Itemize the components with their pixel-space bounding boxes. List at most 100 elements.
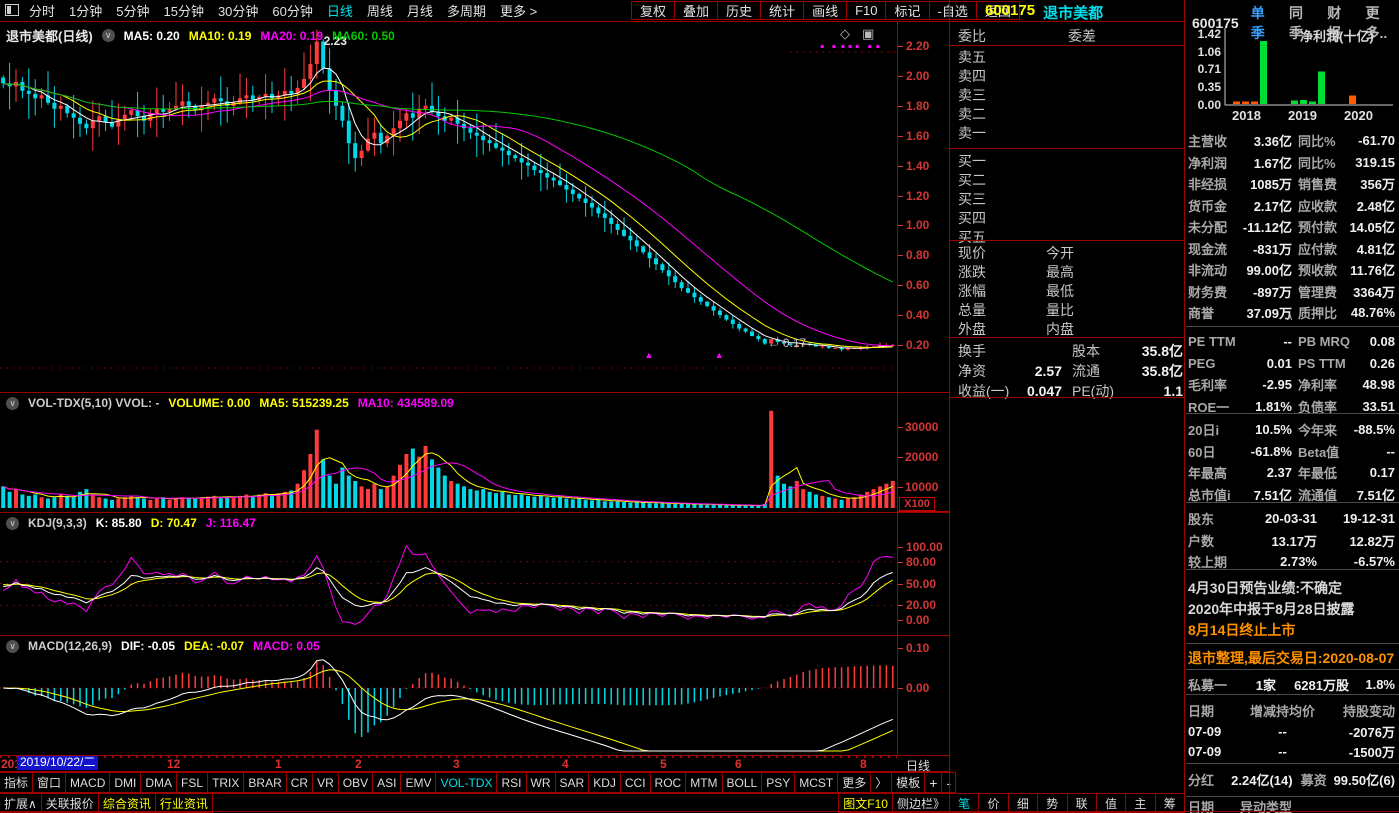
sell-level-label: 卖三 <box>958 85 986 105</box>
tool-button-2[interactable]: 叠加 <box>674 1 718 20</box>
mini-tab-3[interactable]: 细 <box>1008 793 1038 813</box>
tool-button-1[interactable]: 复权 <box>631 1 675 20</box>
indicator-tab-trix[interactable]: TRIX <box>207 772 244 793</box>
indicator-tab-cr[interactable]: CR <box>286 772 313 793</box>
financial-row-4-value2: 2.48亿 <box>1346 196 1395 215</box>
timeline-month-mark: 4 <box>562 757 569 771</box>
financial-row-5-label2: 预付款 <box>1298 217 1346 236</box>
macd-chart[interactable] <box>0 635 897 755</box>
kdj-chart[interactable] <box>0 512 897 635</box>
period-menu-item-8[interactable]: 周线 <box>360 1 400 20</box>
period-menu-item-1[interactable]: 分时 <box>22 1 62 20</box>
indicator-tab-dma[interactable]: DMA <box>140 772 177 793</box>
bottom-item-3[interactable]: 综合资讯 <box>98 793 156 813</box>
collapse-financial-arrow[interactable]: ∧ <box>1286 312 1293 323</box>
indicator-tab-rsi[interactable]: RSI <box>496 772 526 793</box>
mini-tab-6[interactable]: 值 <box>1096 793 1126 813</box>
indicator-tab-dmi[interactable]: DMI <box>109 772 141 793</box>
financial-row-9-label2: 质押比 <box>1298 303 1346 322</box>
period-menu-item-7[interactable]: 日线 <box>320 1 360 20</box>
timeline-bar[interactable]: 2012019/10/22/二121234568 <box>0 755 950 771</box>
indicator-tab-kdj[interactable]: KDJ <box>588 772 621 793</box>
financial-row-3: 非经损1085万销售费356万 <box>1188 173 1395 194</box>
bottom-toolbar: 扩展∧关联报价综合资讯行业资讯 图文F10侧边栏》 <box>0 793 950 813</box>
indicator-tab-brar[interactable]: BRAR <box>243 772 286 793</box>
delist-notice-line[interactable]: 退市整理,最后交易日:2020-08-07 <box>1188 648 1394 668</box>
news-line-2[interactable]: 2020年中报于8月28日披露 <box>1188 599 1355 619</box>
stat-right-label: 量比 <box>1046 300 1074 320</box>
indicator-tab-fsl[interactable]: FSL <box>176 772 208 793</box>
price-axis-label: 0.80 <box>906 249 929 261</box>
bottom-item-1[interactable]: 扩展∧ <box>0 793 42 813</box>
indicator-tab-macd[interactable]: MACD <box>65 772 110 793</box>
graphic-f10-button[interactable]: 图文F10 <box>838 793 893 813</box>
indicator-tab-cci[interactable]: CCI <box>620 772 651 793</box>
indicator-tab-boll[interactable]: BOLL <box>722 772 763 793</box>
volume-axis-label: 30000 <box>905 421 938 433</box>
quote-separator <box>950 45 1185 46</box>
indicator-tab-sar[interactable]: SAR <box>555 772 590 793</box>
financial-row-7-value2: 11.76亿 <box>1346 260 1395 279</box>
mini-tab-5[interactable]: 联 <box>1067 793 1097 813</box>
price-axis-label: 1.40 <box>906 160 929 172</box>
period-menu-item-11[interactable]: 更多 > <box>493 1 544 20</box>
period-menu-item-2[interactable]: 1分钟 <box>62 1 109 20</box>
tool-button-5[interactable]: 画线 <box>803 1 847 20</box>
volume-chart[interactable] <box>0 392 897 512</box>
indicator-tab-roc[interactable]: ROC <box>650 772 687 793</box>
tool-button-7[interactable]: 标记 <box>885 1 929 20</box>
mini-chart-ytick: 1.06 <box>1187 45 1221 59</box>
tool-button-4[interactable]: 统计 <box>760 1 804 20</box>
diamond-style-icon[interactable]: ◇ <box>840 26 850 42</box>
window-icon-fill <box>7 6 11 14</box>
news-line-1[interactable]: 4月30日预告业绩:不确定 <box>1188 578 1342 598</box>
mini-tab-2[interactable]: 价 <box>978 793 1008 813</box>
main-price-chart[interactable] <box>0 22 897 392</box>
indicator-tab-窗口[interactable]: 窗口 <box>32 772 66 793</box>
indicator-tab-更多[interactable]: 更多 <box>837 772 871 793</box>
period-menu-item-3[interactable]: 5分钟 <box>109 1 156 20</box>
indicator-tab-mcst[interactable]: MCST <box>794 772 838 793</box>
indicator-tab-指标[interactable]: 指标 <box>0 772 33 793</box>
indicator-tab-mtm[interactable]: MTM <box>685 772 722 793</box>
indicator-tab-psy[interactable]: PSY <box>761 772 795 793</box>
layout-style-icon[interactable]: ▣ <box>862 26 874 42</box>
indicator-tab-wr[interactable]: WR <box>526 772 556 793</box>
indicator-tab-vr[interactable]: VR <box>312 772 339 793</box>
j-line <box>3 546 893 625</box>
news-line-3[interactable]: 8月14日终止上市 <box>1188 620 1295 640</box>
ma-label-4: MA60: 0.50 <box>332 29 395 43</box>
collapse-main-icon[interactable]: ∨ <box>102 29 115 42</box>
mini-tab-1[interactable]: 笔 <box>949 793 979 813</box>
mini-tab-8[interactable]: 筹 <box>1155 793 1185 813</box>
indicator-tab-obv[interactable]: OBV <box>338 772 373 793</box>
tool-button-6[interactable]: F10 <box>846 1 886 20</box>
zoom-in-button[interactable]: + <box>924 772 942 793</box>
stat-left-label: 涨幅 <box>958 281 1046 301</box>
bottom-item-2[interactable]: 关联报价 <box>41 793 99 813</box>
quote-separator <box>950 397 1185 398</box>
buy-level-row: 买四 <box>952 208 1183 227</box>
period-menu-item-4[interactable]: 15分钟 <box>156 1 210 20</box>
indicator-tab--[interactable]: 〉 <box>870 772 892 793</box>
bottom-item-4[interactable]: 行业资讯 <box>155 793 213 813</box>
period-menu-item-6[interactable]: 60分钟 <box>265 1 319 20</box>
template-tab[interactable]: 模板 <box>891 772 925 793</box>
collapse-kdj-icon[interactable]: ∨ <box>6 517 19 530</box>
holder-value2: 12.82万 <box>1317 531 1395 550</box>
indicator-tab-vol-tdx[interactable]: VOL-TDX <box>435 772 497 793</box>
indicator-tab-emv[interactable]: EMV <box>400 772 436 793</box>
collapse-volume-icon[interactable]: ∨ <box>6 397 19 410</box>
mini-tab-4[interactable]: 势 <box>1037 793 1067 813</box>
tool-button-3[interactable]: 历史 <box>717 1 761 20</box>
sidebar-toggle-button[interactable]: 侧边栏》 <box>892 793 950 813</box>
indicator-tab-asi[interactable]: ASI <box>372 772 401 793</box>
period-menu-item-10[interactable]: 多周期 <box>440 1 493 20</box>
period-menu-item-5[interactable]: 30分钟 <box>211 1 265 20</box>
period-menu-item-9[interactable]: 月线 <box>400 1 440 20</box>
collapse-macd-icon[interactable]: ∨ <box>6 640 19 653</box>
tool-button-8[interactable]: -自选 <box>929 1 977 20</box>
window-icon[interactable] <box>5 4 19 16</box>
mini-tab-7[interactable]: 主 <box>1125 793 1155 813</box>
stat-left-label: 涨跌 <box>958 262 1046 282</box>
